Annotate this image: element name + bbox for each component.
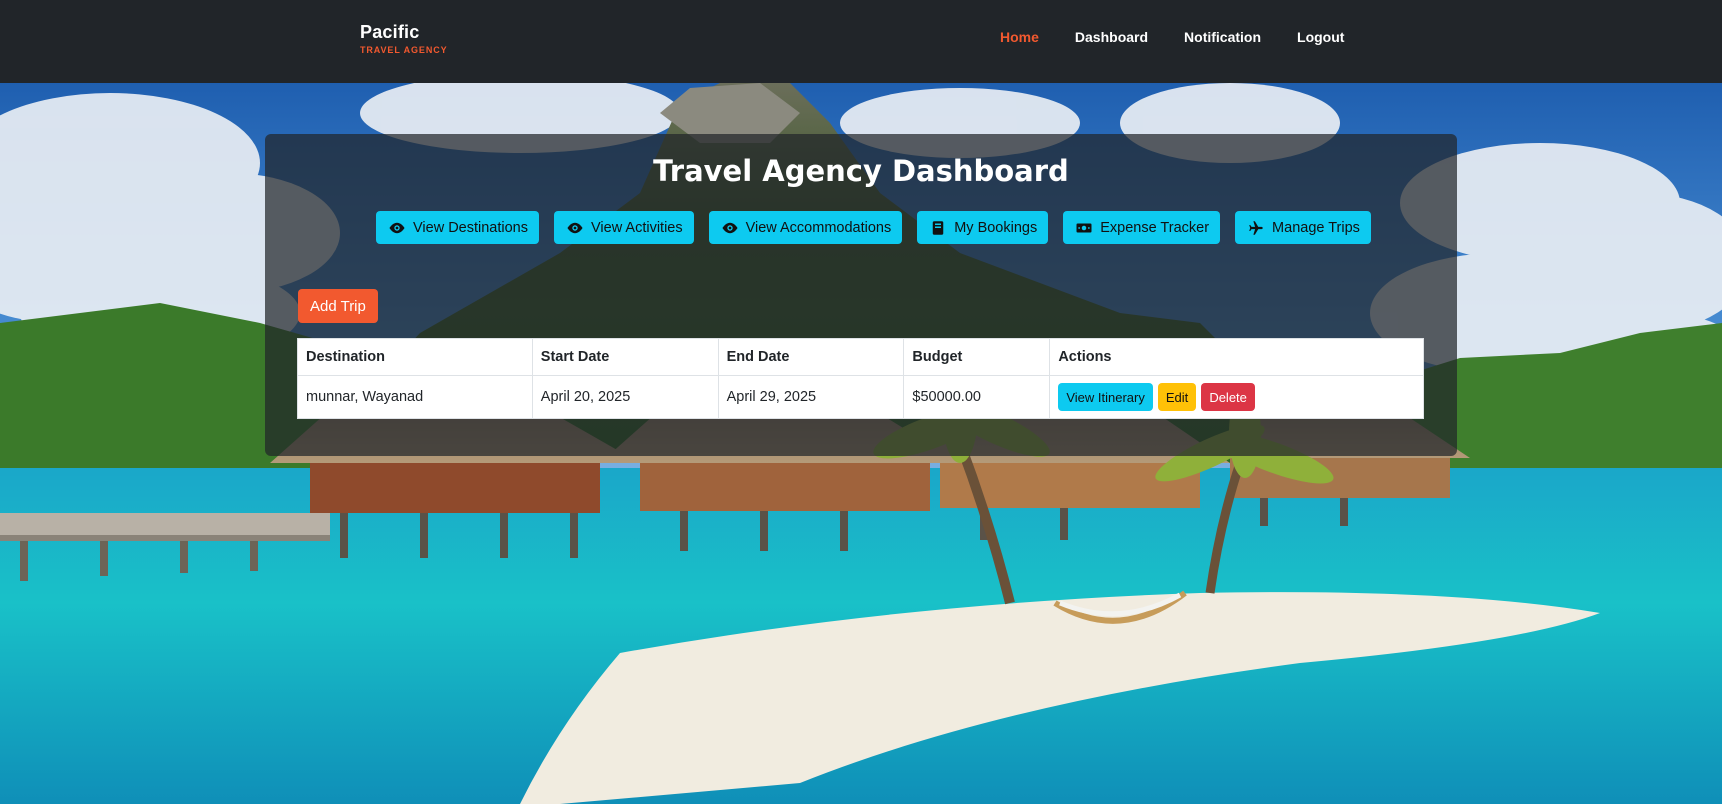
view-accommodations-label: View Accommodations [745, 219, 892, 236]
page-title: Travel Agency Dashboard [653, 154, 1069, 188]
nav-home-link[interactable]: Home [1000, 29, 1039, 45]
nav-links: Home Dashboard Notification Logout [1000, 29, 1380, 45]
money-bill-icon [1076, 223, 1092, 232]
cell-start-date: April 20, 2025 [531, 375, 719, 419]
eye-icon [389, 222, 405, 233]
brand-name: Pacific [360, 22, 420, 42]
column-header-budget: Budget [903, 338, 1051, 376]
column-header-start-date: Start Date [531, 338, 719, 376]
expense-tracker-label: Expense Tracker [1100, 219, 1210, 236]
view-activities-label: View Activities [591, 219, 683, 236]
manage-trips-label: Manage Trips [1272, 219, 1360, 236]
delete-trip-button[interactable]: Delete [1201, 383, 1255, 411]
nav-logout-link[interactable]: Logout [1297, 29, 1344, 45]
table-header-row: Destination Start Date End Date Budget A… [297, 338, 1424, 376]
brand-logo[interactable]: Pacific TRAVEL AGENCY [360, 22, 448, 55]
trips-table: Destination Start Date End Date Budget A… [297, 338, 1424, 419]
my-bookings-button[interactable]: My Bookings [917, 211, 1049, 244]
cell-actions: View Itinerary Edit Delete [1049, 375, 1424, 419]
manage-trips-button[interactable]: Manage Trips [1235, 211, 1371, 244]
view-itinerary-button[interactable]: View Itinerary [1058, 383, 1153, 411]
view-activities-button[interactable]: View Activities [554, 211, 694, 244]
add-trip-button[interactable]: Add Trip [298, 289, 378, 323]
top-navbar: Pacific TRAVEL AGENCY Home Dashboard Not… [0, 0, 1722, 83]
cell-budget: $50000.00 [903, 375, 1051, 419]
table-row: munnar, Wayanad April 20, 2025 April 29,… [297, 375, 1424, 419]
cell-end-date: April 29, 2025 [717, 375, 905, 419]
book-icon [932, 220, 944, 235]
view-destinations-button[interactable]: View Destinations [376, 211, 539, 244]
view-accommodations-button[interactable]: View Accommodations [708, 211, 903, 244]
plane-icon [1249, 220, 1263, 235]
nav-dashboard-link[interactable]: Dashboard [1075, 29, 1148, 45]
eye-icon [567, 222, 583, 233]
nav-notification-link[interactable]: Notification [1184, 29, 1261, 45]
column-header-actions: Actions [1049, 338, 1424, 376]
cell-destination: munnar, Wayanad [297, 375, 533, 419]
edit-trip-button[interactable]: Edit [1157, 383, 1197, 411]
column-header-destination: Destination [297, 338, 533, 376]
expense-tracker-button[interactable]: Expense Tracker [1063, 211, 1221, 244]
quick-actions-bar: View Destinations View Activities View A… [376, 211, 1371, 244]
brand-subtitle: TRAVEL AGENCY [360, 45, 448, 55]
column-header-end-date: End Date [717, 338, 905, 376]
view-destinations-label: View Destinations [413, 219, 528, 236]
eye-icon [722, 222, 738, 233]
my-bookings-label: My Bookings [954, 219, 1038, 236]
dashboard-panel: Travel Agency Dashboard View Destination… [265, 134, 1457, 456]
